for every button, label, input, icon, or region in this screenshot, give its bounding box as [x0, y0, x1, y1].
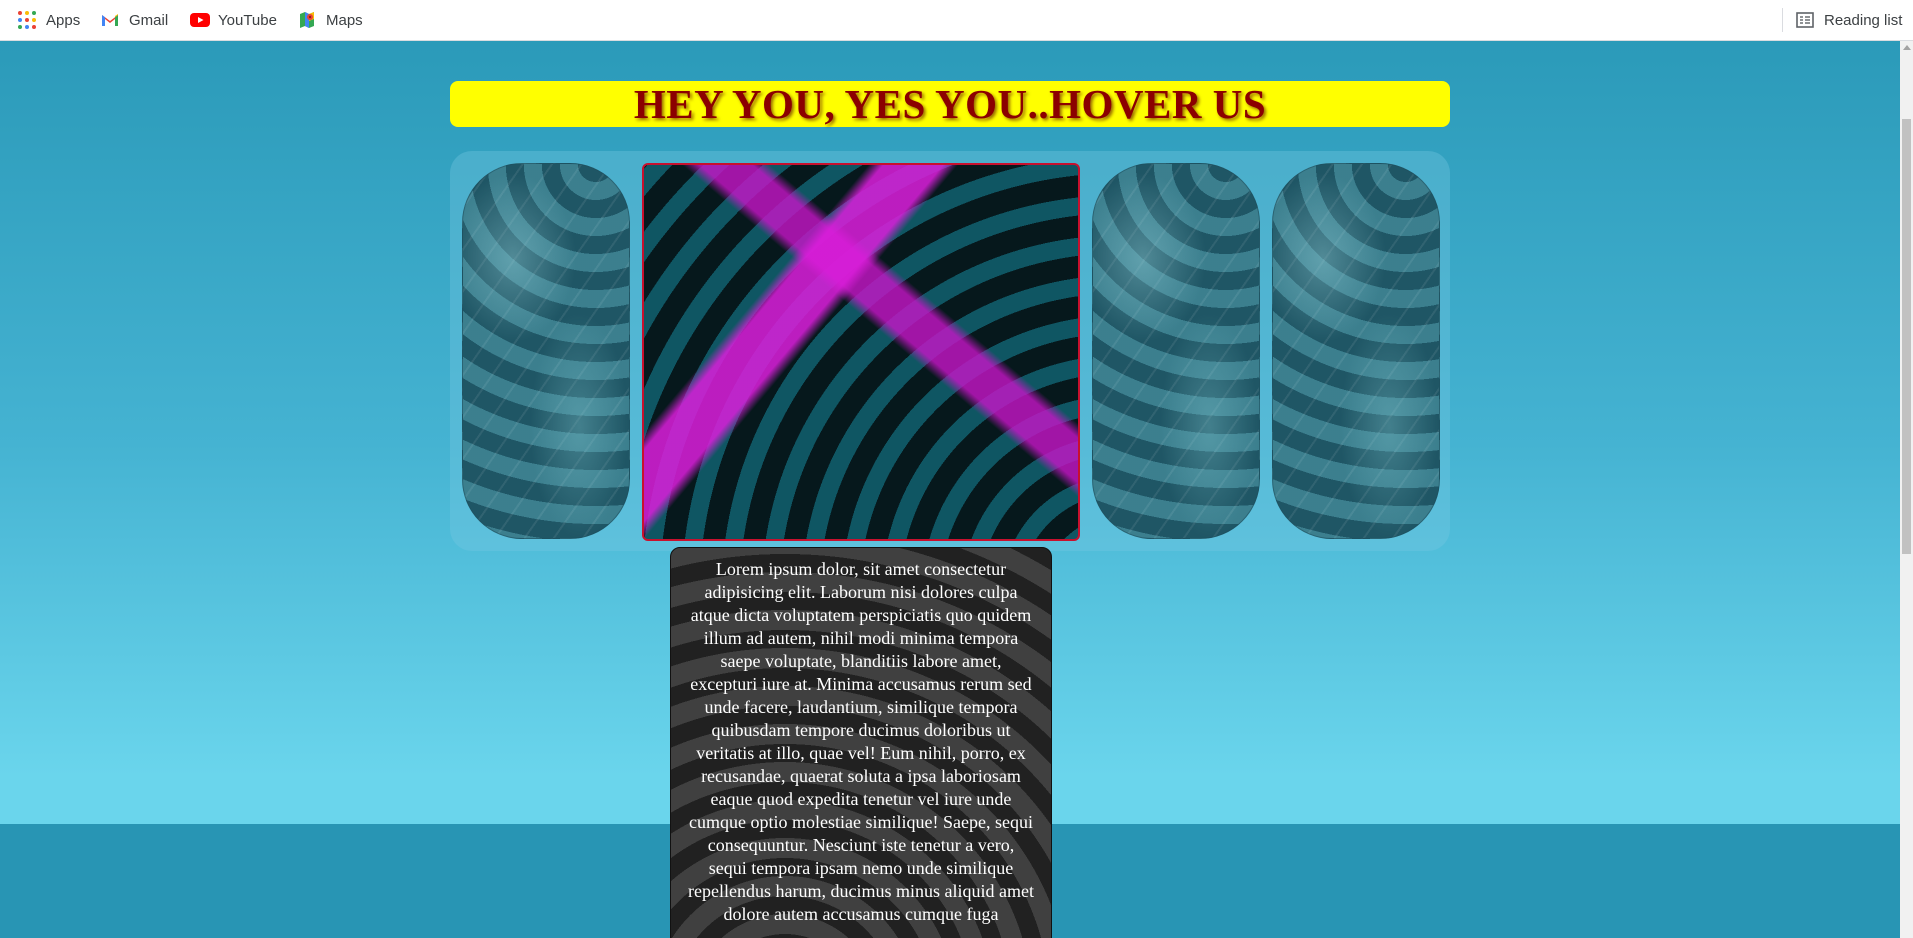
- gallery-card-1[interactable]: [462, 163, 630, 539]
- page-content: HEY YOU, YES YOU..HOVER US Lorem ipsum d…: [0, 41, 1900, 938]
- gallery-card-4[interactable]: [1272, 163, 1440, 539]
- bookmark-maps-label: Maps: [326, 11, 363, 29]
- hover-gallery: [450, 151, 1450, 551]
- reading-list-button[interactable]: Reading list: [1796, 0, 1902, 40]
- youtube-icon: [190, 11, 210, 29]
- reading-list-icon: [1796, 11, 1814, 29]
- scrollbar-thumb[interactable]: [1902, 119, 1911, 554]
- bookmarks-separator: [1782, 8, 1783, 32]
- scroll-up-arrow-icon[interactable]: [1903, 45, 1911, 50]
- bookmark-apps-label: Apps: [46, 11, 81, 29]
- bookmark-youtube-label: YouTube: [218, 11, 277, 29]
- vertical-scrollbar[interactable]: [1900, 41, 1913, 938]
- apps-grid-icon: [18, 11, 36, 29]
- page-banner: HEY YOU, YES YOU..HOVER US: [450, 81, 1450, 127]
- bookmark-youtube[interactable]: YouTube: [190, 0, 277, 40]
- bookmark-gmail-label: Gmail: [129, 11, 169, 29]
- bookmark-gmail[interactable]: Gmail: [101, 0, 168, 40]
- description-card: Lorem ipsum dolor, sit amet consectetur …: [670, 547, 1052, 938]
- gmail-icon: [101, 11, 119, 29]
- reading-list-label: Reading list: [1824, 11, 1903, 29]
- bookmark-apps[interactable]: Apps: [18, 0, 80, 40]
- description-text: Lorem ipsum dolor, sit amet consectetur …: [688, 559, 1034, 924]
- gallery-card-2-active[interactable]: [642, 163, 1080, 541]
- bookmark-maps[interactable]: Maps: [298, 0, 363, 40]
- maps-icon: [298, 11, 316, 29]
- bookmarks-bar: Apps Gmail YouTube Maps Reading list: [0, 0, 1913, 41]
- gallery-card-3[interactable]: [1092, 163, 1260, 539]
